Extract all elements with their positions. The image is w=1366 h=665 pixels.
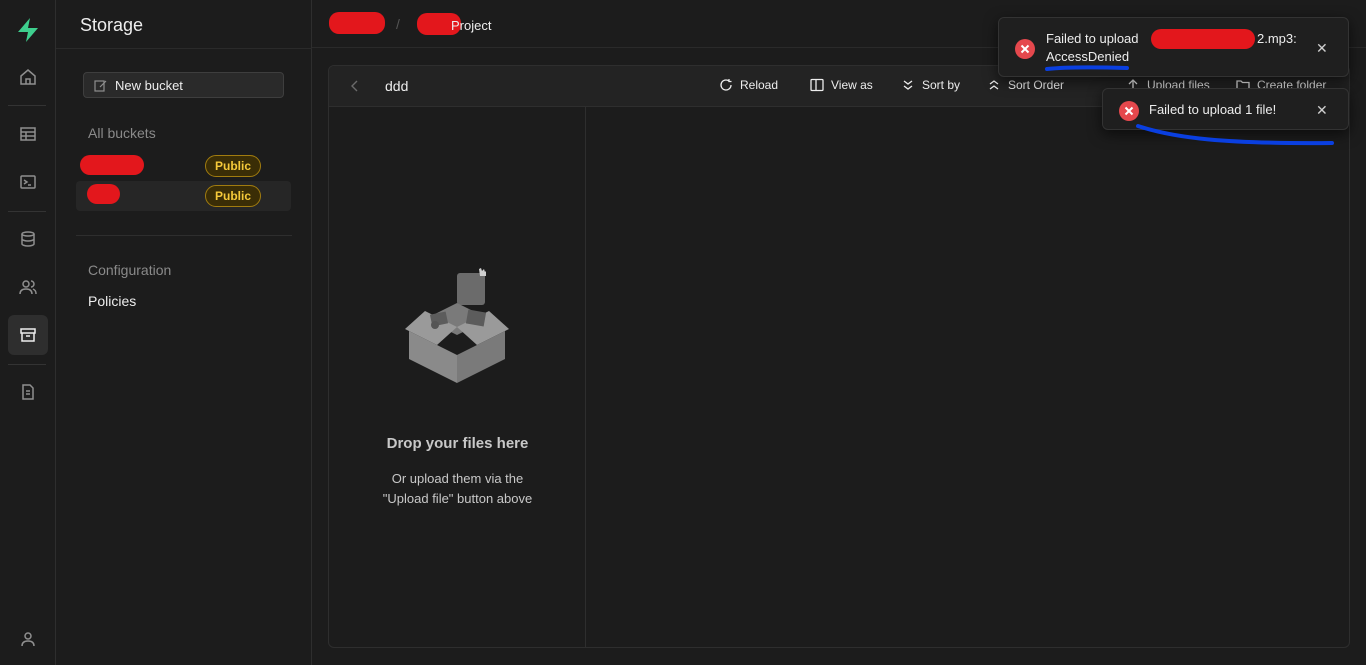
rail-divider [8,211,46,212]
home-icon[interactable] [8,57,48,97]
storage-sidebar: Storage New bucket All buckets Public Pu… [56,0,312,665]
blue-annotation-underline [1045,65,1129,71]
refresh-icon [720,79,732,91]
header-divider [56,48,312,49]
edit-icon [94,79,107,92]
toast-message: Failed to upload 1 file! [1149,102,1277,117]
terminal-icon[interactable] [8,162,48,202]
supabase-logo-icon[interactable] [14,16,42,44]
sidebar-divider [76,235,292,236]
columns-icon [810,78,824,92]
new-bucket-button[interactable]: New bucket [83,72,284,98]
sort-by-label: Sort by [922,78,961,92]
chevron-left-icon[interactable] [349,79,361,93]
folder-name: ddd [385,78,409,94]
sort-order-button[interactable]: Sort Order [987,78,1064,92]
rail-divider [8,105,46,106]
new-bucket-label: New bucket [115,77,183,93]
redacted-bucket-name [80,155,144,175]
reload-label: Reload [740,78,779,92]
breadcrumb-project[interactable]: Project [451,18,491,33]
reload-button[interactable]: Reload [719,78,778,92]
users-icon[interactable] [8,267,48,307]
view-as-button[interactable]: View as [810,78,873,92]
configuration-heading: Configuration [88,262,172,278]
dropzone-title: Drop your files here [386,435,529,452]
view-as-label: View as [831,78,873,92]
toast-message-prefix: Failed to upload [1046,31,1139,46]
breadcrumb-separator: / [396,16,400,32]
sort-order-label: Sort Order [1008,78,1065,92]
table-icon[interactable] [8,114,48,154]
blue-annotation-stroke [1136,124,1334,146]
document-icon[interactable] [8,372,48,412]
dropzone-subtitle: Or upload them via the "Upload file" but… [382,471,533,506]
chevrons-up-icon [989,80,999,90]
bucket-item[interactable]: Public [76,151,291,181]
database-icon[interactable] [8,219,48,259]
chevrons-down-icon [903,80,913,90]
error-circle-icon [1015,39,1035,59]
toast-close-button[interactable]: ✕ [1316,40,1328,57]
toast-close-button[interactable]: ✕ [1316,102,1328,119]
public-badge: Public [205,185,261,207]
error-circle-icon [1119,101,1139,121]
public-badge: Public [205,155,261,177]
icon-rail [0,0,56,665]
sidebar-title: Storage [80,15,144,35]
bucket-item-selected[interactable]: Public [76,181,291,211]
redacted-org-name[interactable] [329,12,385,34]
all-buckets-heading: All buckets [88,125,156,141]
user-icon[interactable] [8,619,48,659]
storage-icon[interactable] [8,315,48,355]
explorer-column[interactable]: Drop your files here Or upload them via … [329,107,586,647]
file-explorer: ddd Reload View as Sort by Sort Order Up… [328,65,1350,648]
redacted-file-name [1151,29,1255,49]
toast-message-suffix: 2.mp3: [1257,31,1297,46]
redacted-bucket-name [87,184,120,204]
error-toast: Failed to upload 2.mp3: AccessDenied ✕ [998,17,1349,77]
sort-by-button[interactable]: Sort by [901,78,960,92]
rail-divider [8,364,46,365]
empty-box-illustration [405,268,509,383]
policies-link[interactable]: Policies [88,293,136,309]
